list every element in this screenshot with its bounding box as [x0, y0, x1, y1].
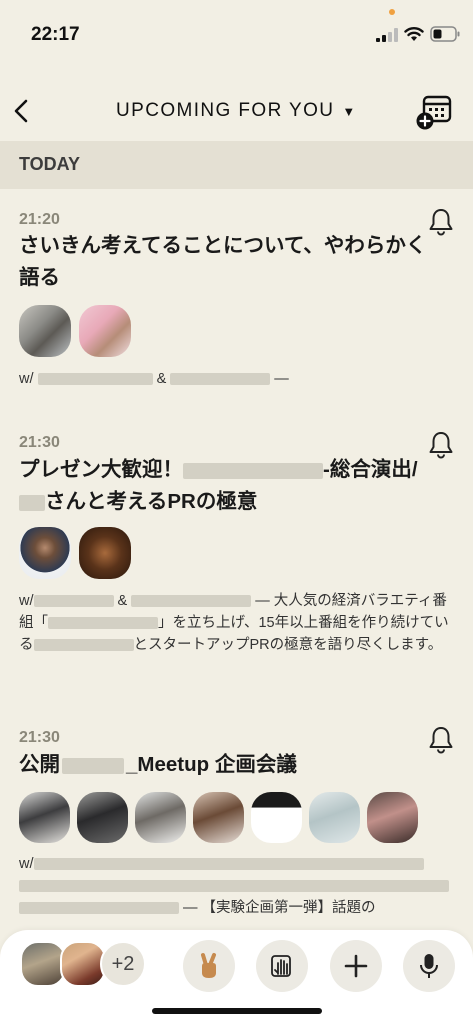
caret-down-icon: ▼ [342, 103, 356, 119]
avatar [19, 305, 71, 357]
avatar [77, 792, 128, 843]
event-time: 21:30 [19, 434, 60, 451]
section-header: TODAY [0, 141, 473, 189]
camera-indicator-dot [389, 9, 395, 15]
page-title: UPCOMING FOR YOU [116, 100, 335, 121]
description-text: とスタートアップPRの極意を語り尽くします。 [133, 637, 443, 653]
wifi-icon [404, 27, 424, 41]
bell-icon[interactable] [427, 430, 455, 460]
section-label: TODAY [19, 154, 81, 174]
event-description: w/ — 【実験企画第一弾】話題の [19, 853, 459, 919]
add-button[interactable] [330, 940, 382, 992]
participants-prefix: w/ [19, 856, 34, 872]
event-time: 21:20 [19, 211, 60, 228]
event-title-part: _Meetup 企画会議 [126, 753, 297, 776]
participants-prefix: w/ [19, 371, 34, 387]
raise-hand-icon [271, 955, 291, 977]
event-time: 21:30 [19, 729, 60, 746]
chevron-left-icon[interactable] [8, 94, 38, 128]
calendar-add-icon[interactable] [414, 94, 454, 132]
event-card[interactable]: 21:30 プレゼン大歓迎！ -総合演出/さんと考えるPRの極意 w/ & — 大… [0, 430, 473, 690]
raise-hand-button[interactable] [256, 940, 308, 992]
home-indicator[interactable] [152, 1008, 322, 1014]
participants-separator: & [117, 593, 128, 609]
event-participants: w/ & — [19, 368, 459, 390]
status-bar: 22:17 [0, 0, 473, 66]
bell-icon[interactable] [427, 207, 455, 237]
avatar [19, 792, 70, 843]
header: UPCOMING FOR YOU ▼ [0, 86, 473, 138]
description-text: — 【実験企画第一弾】話題の [183, 900, 376, 916]
room-speaker-avatars[interactable]: +2 [20, 941, 146, 991]
avatar [79, 305, 131, 357]
mic-button[interactable] [403, 940, 455, 992]
peace-button[interactable] [183, 940, 235, 992]
battery-icon [430, 26, 460, 42]
avatar [135, 792, 186, 843]
microphone-icon [420, 954, 438, 978]
event-title-part: プレゼン大歓迎！ [19, 458, 183, 481]
speaker-avatars [19, 527, 131, 579]
participants-prefix: w/ [19, 593, 34, 609]
peace-hand-icon [201, 953, 216, 978]
speaker-avatars [19, 792, 418, 843]
participants-separator: & [156, 371, 167, 387]
speaker-avatars [19, 305, 131, 357]
bell-icon[interactable] [427, 725, 455, 755]
avatar [367, 792, 418, 843]
avatar [309, 792, 360, 843]
event-description: w/ & — 大人気の経済バラエティ番組「 」を立ち上げ、15年以上番組を作り続け… [19, 590, 459, 656]
avatar [19, 527, 71, 579]
upcoming-filter-dropdown[interactable]: UPCOMING FOR YOU ▼ [116, 100, 355, 122]
event-card[interactable]: 21:30 公開 _Meetup 企画会議 w/ — 【実験企画第一弾】話題の [0, 725, 473, 930]
status-time: 22:17 [31, 24, 80, 45]
avatar [193, 792, 244, 843]
avatar [79, 527, 131, 579]
participants-dash: — [274, 371, 289, 387]
event-title-part: さんと考えるPRの極意 [45, 490, 258, 513]
extra-speakers-count: +2 [100, 941, 146, 987]
avatar [251, 792, 302, 843]
event-title: さいきん考えてることについて、やわらかく語る [19, 234, 427, 289]
plus-icon [344, 954, 368, 978]
event-card[interactable]: 21:20 さいきん考えてることについて、やわらかく語る w/ & — [0, 205, 473, 405]
event-title-part: -総合演出/ [323, 458, 418, 481]
event-title: 公開 _Meetup 企画会議 [19, 749, 429, 781]
event-title: プレゼン大歓迎！ -総合演出/さんと考えるPRの極意 [19, 454, 429, 518]
cellular-signal-icon [376, 28, 398, 42]
event-title-part: 公開 [19, 753, 60, 776]
